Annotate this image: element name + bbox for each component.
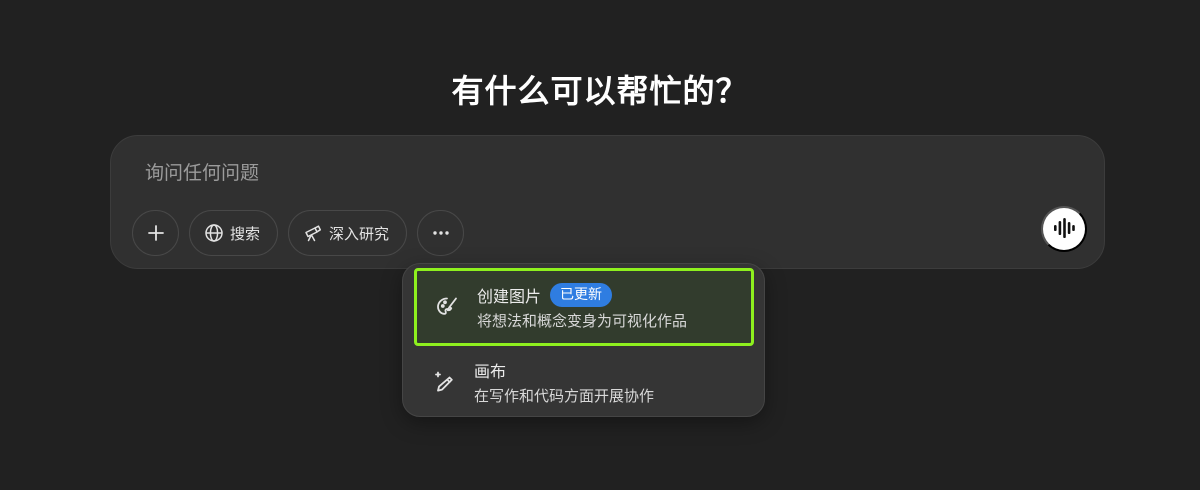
paint-palette-icon <box>417 287 477 327</box>
voice-mode-button[interactable] <box>1041 206 1087 252</box>
deep-research-button-label: 深入研究 <box>329 225 390 243</box>
more-tools-button[interactable] <box>417 210 465 256</box>
menu-item-canvas[interactable]: 画布 在写作和代码方面开展协作 <box>414 348 754 416</box>
menu-item-title: 画布 <box>474 362 507 381</box>
tools-menu: 创建图片 已更新 将想法和概念变身为可视化作品 画布 在写作和代码方面开展协作 <box>402 263 765 417</box>
page: 有什么可以帮忙的？ 搜索 <box>0 0 1200 490</box>
voice-mode-icon <box>1051 215 1077 244</box>
page-title: 有什么可以帮忙的？ <box>451 72 749 110</box>
more-icon <box>431 223 451 243</box>
composer-toolbar: 搜索 深入研究 <box>132 210 465 256</box>
deep-research-button[interactable]: 深入研究 <box>288 210 408 256</box>
updated-badge: 已更新 <box>550 283 613 307</box>
plus-icon <box>146 223 166 243</box>
composer: 搜索 深入研究 <box>110 135 1105 269</box>
search-button[interactable]: 搜索 <box>189 210 279 256</box>
globe-icon <box>204 223 224 243</box>
menu-item-description: 将想法和概念变身为可视化作品 <box>477 312 688 330</box>
menu-item-title: 创建图片 <box>477 287 542 306</box>
prompt-input[interactable] <box>145 158 945 188</box>
pen-sparkle-icon <box>414 362 474 402</box>
search-button-label: 搜索 <box>230 225 261 243</box>
menu-item-description: 在写作和代码方面开展协作 <box>474 387 655 405</box>
add-attachment-button[interactable] <box>132 210 179 256</box>
telescope-icon <box>303 223 323 243</box>
menu-item-create-image[interactable]: 创建图片 已更新 将想法和概念变身为可视化作品 <box>414 268 754 346</box>
